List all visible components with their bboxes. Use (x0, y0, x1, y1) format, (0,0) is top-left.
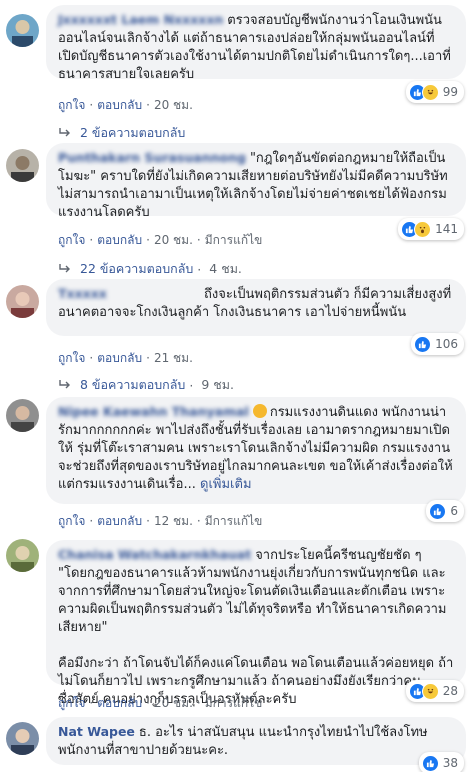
commenter-name[interactable]: Txxxxx (58, 285, 200, 303)
reaction-summary[interactable]: 28 (405, 680, 464, 702)
avatar-image (11, 156, 34, 182)
reaction-count: 28 (442, 684, 458, 698)
emoji-icon (252, 404, 267, 418)
replies-count[interactable]: 8 ข้อความตอบกลับ (80, 375, 185, 395)
reaction-summary[interactable]: 106 (411, 333, 464, 355)
reply-link[interactable]: ตอบกลับ (97, 233, 142, 247)
reply-arrow-icon (59, 380, 70, 389)
reply-link[interactable]: ตอบกลับ (97, 351, 142, 365)
edited-label[interactable]: มีการแก้ไข (205, 514, 263, 528)
avatar[interactable] (6, 149, 39, 182)
reply-arrow-icon (59, 128, 70, 137)
reaction-summary[interactable]: 99 (405, 81, 464, 103)
edited-label[interactable]: มีการแก้ไข (205, 696, 263, 710)
wow-icon (414, 220, 432, 238)
comment-bubble: Txxxxx ถึงจะเป็นพฤติกรรมส่วนตัว ก็มีความเ… (46, 279, 466, 336)
like-link[interactable]: ถูกใจ (58, 351, 85, 365)
comment-actions: ถูกใจ · ตอบกลับ · 21 ชม. (58, 351, 193, 365)
avatar-image (11, 729, 34, 755)
comment-bubble: Nipee Kaewahn Thanyamal กรมแรงงานดินแดง พ… (46, 397, 466, 504)
edited-label[interactable]: มีการแก้ไข (205, 233, 263, 247)
comment-bubble: Punthakarn Surasuannong "กฎใดๆอันขัดต่อกฎ… (46, 143, 466, 220)
avatar-image (11, 292, 34, 318)
like-link[interactable]: ถูกใจ (58, 514, 85, 528)
avatar[interactable] (6, 539, 39, 572)
haha-icon (421, 682, 439, 700)
comment-bubble: Chanisa Watchakarnkhauat จากประโยคนี้ครีช… (46, 540, 466, 707)
reply-link[interactable]: ตอบกลับ (97, 98, 142, 112)
replies-count[interactable]: 22 ข้อความตอบกลับ (80, 259, 193, 279)
reaction-summary[interactable]: 6 (426, 500, 464, 522)
haha-icon (421, 83, 439, 101)
reply-link[interactable]: ตอบกลับ (97, 696, 142, 710)
comment-actions: ถูกใจ · ตอบกลับ · 12 ชม. · มีการแก้ไข (58, 514, 263, 528)
avatar[interactable] (6, 722, 39, 755)
reaction-count: 106 (435, 337, 458, 351)
timestamp[interactable]: 20 ชม. (154, 98, 193, 112)
view-replies-link[interactable]: 8 ข้อความตอบกลับ · 9 ชม. (58, 375, 234, 395)
reaction-count: 6 (450, 504, 458, 518)
comment-bubble: Jxxxxxxt Laem Nxxxxxn ตรวจสอบบัญชีพนักงาน… (46, 5, 466, 82)
comment-actions: ถูกใจ · ตอบกลับ · 20 ชม. · มีการแก้ไข (58, 696, 263, 710)
like-link[interactable]: ถูกใจ (58, 233, 85, 247)
commenter-name[interactable]: Jxxxxxxt Laem Nxxxxxn (58, 12, 223, 27)
avatar-image (11, 406, 34, 432)
timestamp[interactable]: 21 ชม. (154, 351, 193, 365)
reaction-summary[interactable]: 38 (418, 752, 464, 772)
like-link[interactable]: ถูกใจ (58, 98, 85, 112)
like-icon (421, 754, 439, 772)
comment-bubble: Nat Wapee ธ. อะไร น่าสนับสนุน แนะนำกรุงไท… (46, 717, 466, 765)
comment-actions: ถูกใจ · ตอบกลับ · 20 ชม. (58, 98, 193, 112)
timestamp[interactable]: 12 ชม. (154, 514, 193, 528)
like-link[interactable]: ถูกใจ (58, 696, 85, 710)
reaction-count: 38 (442, 756, 458, 770)
commenter-name[interactable]: Chanisa Watchakarnkhauat (58, 547, 251, 562)
reaction-count: 141 (435, 222, 458, 236)
timestamp[interactable]: 20 ชม. (154, 696, 193, 710)
commenter-name[interactable]: Nipee Kaewahn Thanyamal (58, 404, 249, 419)
reaction-summary[interactable]: 141 (398, 218, 464, 240)
avatar[interactable] (6, 285, 39, 318)
comment-text: จากประโยคนี้ครีชนญชัยชัด ๆ "โดยกฎของธนาค… (58, 548, 454, 707)
reaction-count: 99 (442, 85, 458, 99)
see-more-link[interactable]: ดูเพิ่มเติม (200, 477, 251, 492)
replies-time: 4 ชม. (209, 261, 242, 276)
like-icon (429, 502, 447, 520)
view-replies-link[interactable]: 2 ข้อความตอบกลับ (58, 123, 185, 143)
reply-arrow-icon (59, 264, 70, 273)
avatar-image (12, 20, 33, 47)
avatar[interactable] (6, 14, 39, 47)
view-replies-link[interactable]: 22 ข้อความตอบกลับ · 4 ชม. (58, 259, 242, 279)
commenter-name[interactable]: Nat Wapee (58, 724, 135, 739)
replies-count[interactable]: 2 ข้อความตอบกลับ (80, 123, 185, 143)
reply-link[interactable]: ตอบกลับ (97, 514, 142, 528)
avatar[interactable] (6, 399, 39, 432)
avatar-image (11, 546, 34, 572)
commenter-name[interactable]: Punthakarn Surasuannong (58, 150, 246, 165)
timestamp[interactable]: 20 ชม. (154, 233, 193, 247)
comment-actions: ถูกใจ · ตอบกลับ · 20 ชม. · มีการแก้ไข (58, 233, 263, 247)
like-icon (414, 335, 432, 353)
replies-time: 9 ชม. (201, 377, 234, 392)
